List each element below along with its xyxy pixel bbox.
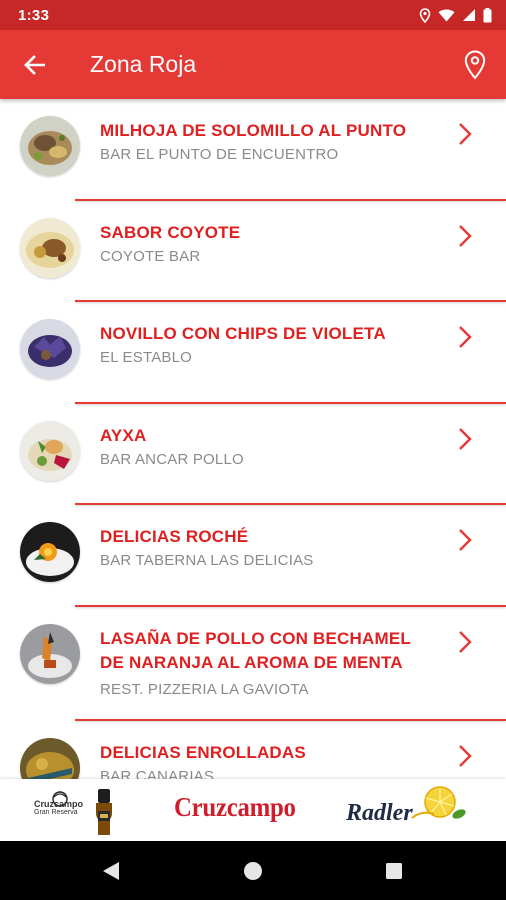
- list-item[interactable]: LASAÑA DE POLLO CON BECHAMEL DE NARANJA …: [0, 607, 506, 721]
- item-title: DELICIAS ENROLLADAS: [100, 742, 306, 762]
- triangle-back-icon: [103, 862, 119, 880]
- list-item[interactable]: DELICIAS ENROLLADAS BAR CANARIAS: [0, 721, 506, 780]
- arrow-back-icon: [24, 55, 45, 75]
- square-recents-icon: [386, 863, 402, 879]
- system-nav-bar: [0, 841, 506, 900]
- item-title: LASAÑA DE POLLO CON BECHAMEL DE NARANJA …: [100, 628, 411, 672]
- item-subtitle: COYOTE BAR: [100, 247, 201, 265]
- item-title: MILHOJA DE SOLOMILLO AL PUNTO: [100, 121, 407, 140]
- circle-home-icon: [244, 862, 262, 880]
- list-item[interactable]: SABOR COYOTE COYOTE BAR: [0, 201, 506, 302]
- sponsor-left-text: Cruzcampo Gran Reserva: [34, 799, 94, 817]
- cruzcampo-logo: Cruzcampo: [174, 792, 296, 822]
- dish-thumbnail: [20, 319, 80, 379]
- chevron-right-icon: [459, 224, 472, 247]
- dish-thumbnail: [20, 623, 80, 684]
- list-item[interactable]: AYXA BAR ANCAR POLLO: [0, 404, 506, 505]
- chevron-right-icon: [459, 427, 472, 450]
- dish-thumbnail: [20, 217, 80, 278]
- battery-icon: [483, 7, 492, 23]
- item-title: NOVILLO CON CHIPS DE VIOLETA: [100, 324, 386, 343]
- dish-thumbnail: [20, 737, 80, 779]
- status-time: 1:33: [18, 6, 50, 24]
- chevron-right-icon: [459, 529, 472, 551]
- signal-icon: [462, 8, 476, 22]
- sponsor-left-name: Cruzcampo: [34, 799, 84, 809]
- nav-home-button[interactable]: [242, 860, 264, 882]
- nav-recents-button[interactable]: [383, 860, 405, 882]
- status-icons: [419, 7, 492, 23]
- item-title: SABOR COYOTE: [100, 222, 241, 242]
- status-bar: 1:33: [0, 0, 506, 30]
- app-bar: Zona Roja: [0, 30, 506, 99]
- list-item[interactable]: MILHOJA DE SOLOMILLO AL PUNTO BAR EL PUN…: [0, 99, 506, 201]
- dish-thumbnail: [20, 522, 80, 582]
- radler-logo: Radler: [346, 800, 413, 826]
- item-subtitle: BAR EL PUNTO DE ENCUENTRO: [100, 146, 339, 163]
- chevron-right-icon: [459, 123, 472, 145]
- item-subtitle: EL ESTABLO: [100, 349, 193, 366]
- map-pin-icon: [464, 50, 486, 80]
- dish-list: MILHOJA DE SOLOMILLO AL PUNTO BAR EL PUN…: [0, 99, 506, 779]
- chevron-right-icon: [459, 326, 472, 348]
- nav-back-button[interactable]: [100, 860, 122, 882]
- list-item[interactable]: NOVILLO CON CHIPS DE VIOLETA EL ESTABLO: [0, 302, 506, 404]
- item-title: AYXA: [100, 425, 147, 445]
- chevron-right-icon: [459, 744, 472, 767]
- chevron-right-icon: [459, 630, 472, 653]
- item-subtitle: BAR ANCAR POLLO: [100, 450, 244, 468]
- dish-thumbnail: [20, 420, 80, 481]
- sponsor-left-sub: Gran Reserva: [34, 809, 78, 816]
- item-subtitle: REST. PIZZERIA LA GAVIOTA: [100, 680, 309, 698]
- item-subtitle: BAR CANARIAS: [100, 767, 215, 780]
- wifi-icon: [438, 9, 455, 22]
- location-status-icon: [419, 7, 431, 23]
- lemon-icon: [411, 786, 466, 819]
- item-title: DELICIAS ROCHÉ: [100, 527, 249, 546]
- list-item[interactable]: DELICIAS ROCHÉ BAR TABERNA LAS DELICIAS: [0, 505, 506, 607]
- map-button[interactable]: [460, 48, 490, 82]
- sponsor-banner[interactable]: Cruzcampo Gran Reserva Cruzcampo Radler: [0, 779, 506, 841]
- page-title: Zona Roja: [90, 51, 197, 77]
- back-button[interactable]: [18, 50, 50, 80]
- dish-thumbnail: [20, 116, 80, 176]
- item-subtitle: BAR TABERNA LAS DELICIAS: [100, 552, 314, 569]
